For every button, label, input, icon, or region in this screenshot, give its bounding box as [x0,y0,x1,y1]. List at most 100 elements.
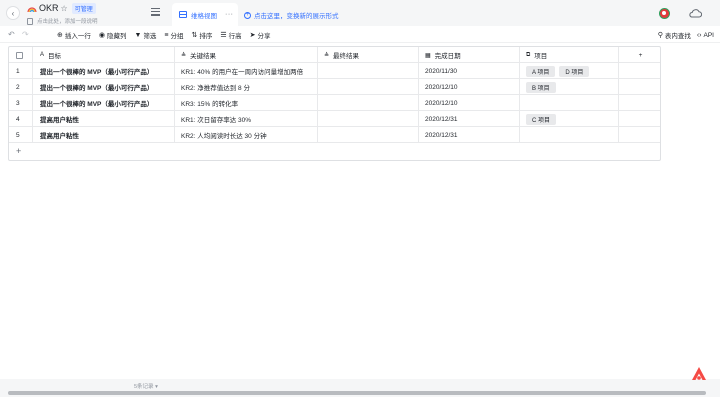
data-grid: A 目标 ≜ 关键结果 ≜ 最终结果 ▦ 完成日期 ⧉ 项目 + 1 提出一个很棒的 MV… [8,46,661,161]
column-header-key-result[interactable]: ≜ 关键结果 [175,47,318,63]
row-number: 3 [16,99,20,107]
star-icon[interactable]: ☆ [61,4,68,13]
long-text-field-icon: ≜ [181,52,187,59]
final-result-cell[interactable] [318,111,419,127]
find-in-table-button[interactable]: ⚲ 表内查找 [658,30,691,40]
goal-cell[interactable]: 提高用户粘性 [33,127,175,143]
column-header-final-result[interactable]: ≜ 最终结果 [318,47,419,63]
tab-label: 维格视图 [191,12,217,20]
api-label: API [703,31,714,39]
due-date-cell[interactable]: 2020/12/10 [419,79,520,95]
goal-text: 提出一个很棒的 MVP（最小可行产品） [40,69,154,76]
plus-circle-icon: ⊕ [57,32,63,39]
long-text-field-icon: ≜ [324,52,330,59]
row-number-cell: 2 [9,79,33,95]
column-header-project-label: 项目 [534,53,548,60]
row-number: 4 [16,115,20,123]
final-result-cell[interactable] [318,79,419,95]
final-result-cell[interactable] [318,95,419,111]
due-date-text: 2020/12/31 [425,115,458,123]
description-icon [27,17,33,25]
description-placeholder[interactable]: 点击此处，添加一段说明 [37,17,98,25]
hide-columns-button[interactable]: ◉ 隐藏列 [99,30,127,40]
key-result-cell[interactable]: KR1: 次日留存率达 30% [175,111,318,127]
key-result-cell[interactable]: KR1: 40% 的用户在一周内访问量增加两倍 [175,63,318,79]
cloud-icon[interactable] [688,9,702,18]
column-header-final-result-label: 最终结果 [333,53,360,60]
table-row[interactable]: 4 提高用户粘性 KR1: 次日留存率达 30% 2020/12/31 C 项目 [9,111,660,127]
project-tag: C 项目 [526,113,557,125]
project-tag: A 项目 [526,65,556,77]
table-row[interactable]: 2 提出一个很棒的 MVP（最小可行产品） KR2: 净推荐值达到 8 分 20… [9,79,660,95]
filter-label: 筛选 [143,33,157,40]
key-result-text: KR3: 15% 的转化率 [181,101,239,108]
goal-cell[interactable]: 提出一个很棒的 MVP（最小可行产品） [33,95,175,111]
horizontal-scrollbar[interactable] [8,391,706,395]
goal-text: 提出一个很棒的 MVP（最小可行产品） [40,85,154,92]
sort-label: 排序 [199,33,213,40]
main-area: A 目标 ≜ 关键结果 ≜ 最终结果 ▦ 完成日期 ⧉ 项目 + 1 提出一个很棒的 MV… [0,43,720,379]
plus-circle-icon: + [244,11,251,19]
final-result-cell[interactable] [318,127,419,143]
project-cell[interactable] [520,95,619,111]
project-cell[interactable]: A 项目 D 项目 [520,63,619,79]
back-button[interactable]: ‹ [6,6,20,20]
key-result-cell[interactable]: KR3: 15% 的转化率 [175,95,318,111]
multi-select-field-icon: ⧉ [526,51,531,58]
top-header: ‹ OKR ☆ 可管理 点击此处，添加一段说明 维格视图 ··· + 点击这里，… [0,0,720,26]
table-row[interactable]: 1 提出一个很棒的 MVP（最小可行产品） KR1: 40% 的用户在一周内访问… [9,63,660,79]
find-in-table-label: 表内查找 [664,33,691,40]
share-button[interactable]: ➤ 分享 [250,30,271,40]
table-header-row: A 目标 ≜ 关键结果 ≜ 最终结果 ▦ 完成日期 ⧉ 项目 + [9,47,660,63]
more-icon[interactable]: ··· [225,11,234,18]
column-header-due-date[interactable]: ▦ 完成日期 [419,47,520,63]
goal-cell[interactable]: 提高用户粘性 [33,111,175,127]
goal-cell[interactable]: 提出一个很棒的 MVP（最小可行产品） [33,79,175,95]
due-date-cell[interactable]: 2020/12/31 [419,127,520,143]
undo-icon[interactable]: ↶ [8,30,15,39]
add-view-button[interactable]: + 点击这里，变换新的展示形式 [244,10,339,20]
avatar[interactable] [659,8,670,19]
filter-icon: ▼ [134,31,142,39]
table-row[interactable]: 3 提出一个很棒的 MVP（最小可行产品） KR3: 15% 的转化率 2020… [9,95,660,111]
key-result-cell[interactable]: KR2: 净推荐值达到 8 分 [175,79,318,95]
table-row[interactable]: 5 提高用户粘性 KR2: 人均阅读时长达 30 分钟 2020/12/31 [9,127,660,143]
add-row-button[interactable]: + [9,143,660,159]
group-icon: ≡ [164,31,169,39]
api-button[interactable]: ‹› API [697,30,714,40]
add-column-button[interactable]: + [619,47,660,63]
grid-view-icon [179,11,187,18]
column-header-project[interactable]: ⧉ 项目 [520,47,619,63]
group-label: 分组 [170,33,184,40]
project-cell[interactable] [520,127,619,143]
record-count[interactable]: 5条记录 ▾ [134,382,158,390]
project-cell[interactable]: B 项目 [520,79,619,95]
insert-row-button[interactable]: ⊕ 插入一行 [57,30,91,40]
row-number: 1 [16,67,20,75]
plus-icon: + [638,51,643,59]
final-result-cell[interactable] [318,63,419,79]
select-all-checkbox[interactable] [16,51,23,59]
group-button[interactable]: ≡ 分组 [164,30,184,41]
page-title[interactable]: OKR [39,3,59,13]
column-header-goal[interactable]: A 目标 [33,47,175,63]
due-date-cell[interactable]: 2020/11/30 [419,63,520,79]
goal-text: 提高用户粘性 [40,133,79,140]
key-result-cell[interactable]: KR2: 人均阅读时长达 30 分钟 [175,127,318,143]
title-area: OKR ☆ 可管理 点击此处，添加一段说明 [27,2,98,25]
due-date-cell[interactable]: 2020/12/31 [419,111,520,127]
project-cell[interactable]: C 项目 [520,111,619,127]
row-height-icon: ☰ [220,32,227,39]
row-height-button[interactable]: ☰ 行高 [220,30,241,40]
column-header-due-date-label: 完成日期 [434,53,461,60]
menu-icon[interactable] [151,8,160,16]
due-date-text: 2020/12/31 [425,131,458,139]
due-date-cell[interactable]: 2020/12/10 [419,95,520,111]
row-number: 5 [16,131,20,139]
goal-cell[interactable]: 提出一个很棒的 MVP（最小可行产品） [33,63,175,79]
filter-button[interactable]: ▼ 筛选 [134,30,157,41]
redo-icon[interactable]: ↷ [22,30,29,39]
tab-grid-view[interactable]: 维格视图 ··· [172,3,238,26]
sort-button[interactable]: ⇅ 排序 [192,30,213,40]
key-result-text: KR2: 人均阅读时长达 30 分钟 [181,133,267,140]
